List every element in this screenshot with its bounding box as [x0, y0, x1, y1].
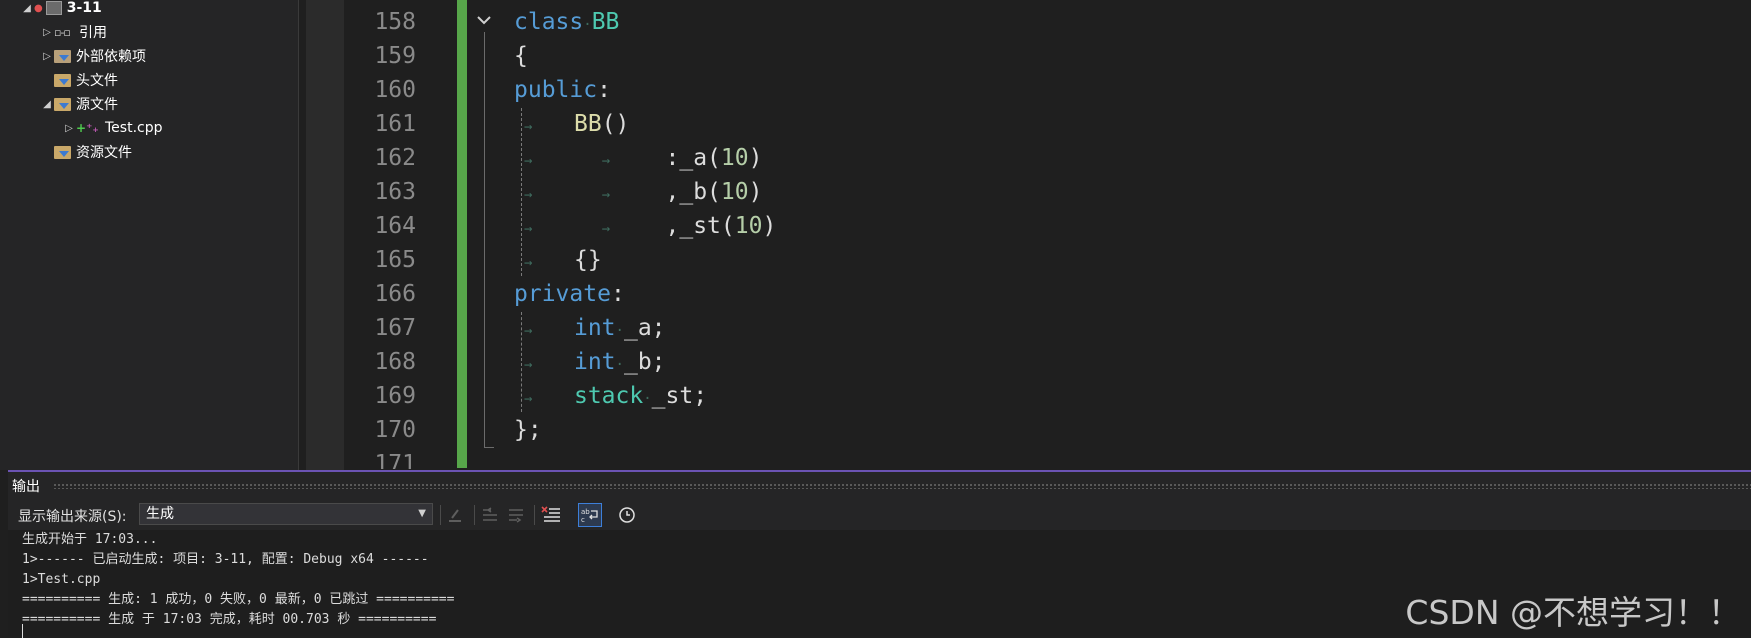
code-line-158: class·BB — [514, 9, 620, 35]
line-number: 161 — [374, 111, 416, 137]
line-number: 158 — [374, 9, 416, 35]
outline-fold-end — [484, 447, 494, 448]
chevron-down-icon: ▼ — [418, 508, 426, 519]
expand-arrow-icon[interactable]: ▷ — [62, 123, 76, 134]
show-timestamps-button[interactable] — [615, 503, 639, 527]
tree-item-header-files[interactable]: 头文件 — [54, 69, 118, 91]
line-number: 168 — [374, 349, 416, 375]
toggle-word-wrap-button[interactable]: ab c — [578, 503, 602, 527]
expand-arrow-icon[interactable]: ▷ — [40, 51, 54, 62]
line-number: 169 — [374, 383, 416, 409]
line-number: 163 — [374, 179, 416, 205]
folder-filter-icon — [54, 97, 71, 111]
line-number: 159 — [374, 43, 416, 69]
toolbar-separator — [474, 505, 475, 525]
line-number: 160 — [374, 77, 416, 103]
folder-filter-icon — [54, 145, 71, 159]
change-tracking-bar — [457, 0, 467, 468]
toolbar-separator — [534, 505, 535, 525]
toolbar-separator — [440, 505, 441, 525]
output-line: 1>Test.cpp — [22, 572, 101, 587]
output-line: ========== 生成 于 17:03 完成，耗时 00.703 秒 ===… — [22, 612, 437, 627]
code-line-163: → → ,_b(10) — [524, 179, 763, 205]
find-message-in-code-button[interactable] — [443, 503, 467, 527]
folder-filter-icon — [54, 73, 71, 87]
svg-text:c: c — [581, 516, 585, 524]
tree-item-external-dependencies[interactable]: ▷ 外部依赖项 — [40, 45, 146, 67]
tree-item-label: 3-11 — [66, 0, 102, 16]
line-number: 171 — [374, 451, 416, 469]
project-icon — [45, 1, 62, 15]
line-number: 170 — [374, 417, 416, 443]
clear-all-button[interactable] — [539, 503, 563, 527]
output-line: 生成开始于 17:03... — [22, 532, 158, 547]
tree-item-test-cpp[interactable]: ▷ +⁺₊ Test.cpp — [62, 117, 163, 139]
previous-message-button[interactable] — [478, 503, 502, 527]
line-numbers: 158 159 160 161 162 163 164 165 166 167 … — [344, 0, 416, 470]
code-line-160: public: — [514, 77, 611, 103]
code-line-165: → {} — [524, 247, 602, 273]
code-line-164: → → ,_st(10) — [524, 213, 777, 239]
tree-item-resource-files[interactable]: 资源文件 — [54, 141, 132, 163]
clear-all-icon — [541, 506, 560, 522]
output-source-value: 生成 — [146, 506, 174, 522]
collapse-arrow-icon[interactable]: ◢ — [40, 99, 54, 110]
previous-message-icon — [483, 507, 497, 521]
next-message-button[interactable] — [504, 503, 528, 527]
tree-project-3-11[interactable]: ◢ ● 3-11 — [20, 0, 102, 19]
solution-explorer: ◢ ● 3-11 ▷ ▫-▫ 引用 ▷ 外部依赖项 头文件 ◢ 源文件 ▷ +⁺… — [0, 0, 299, 470]
line-number: 165 — [374, 247, 416, 273]
collapse-arrow-icon[interactable]: ◢ — [20, 3, 34, 14]
word-wrap-icon: abc — [581, 508, 598, 524]
watermark: CSDN @不想学习！！ — [1405, 593, 1741, 632]
cpp-file-icon: +⁺₊ — [76, 121, 99, 135]
code-editor[interactable]: class·BB { public: → BB() → → :_a(10) → … — [514, 0, 776, 443]
code-line-167: → int·_a; — [524, 315, 666, 341]
tree-item-label: 资源文件 — [76, 145, 132, 161]
drag-grip[interactable] — [53, 483, 1751, 489]
line-number: 166 — [374, 281, 416, 307]
outline-fold-line — [484, 32, 485, 448]
output-toolbar: 显示输出来源(S): 生成 ▼ ab c — [8, 500, 1751, 530]
code-line-170: }; — [514, 417, 542, 443]
tree-item-source-files[interactable]: ◢ 源文件 — [40, 93, 118, 115]
find-in-code-icon — [449, 509, 461, 522]
code-line-166: private: — [514, 281, 625, 307]
clock-icon — [619, 507, 635, 523]
collapse-chevron-icon[interactable] — [474, 10, 494, 30]
expand-arrow-icon[interactable]: ▷ — [40, 27, 54, 38]
output-panel-header[interactable]: 输出 — [8, 472, 1751, 500]
output-source-dropdown[interactable]: 生成 ▼ — [139, 503, 433, 525]
tree-item-label: 源文件 — [76, 97, 118, 113]
line-number: 167 — [374, 315, 416, 341]
tree-item-references[interactable]: ▷ ▫-▫ 引用 — [40, 21, 107, 43]
code-line-159: { — [514, 43, 528, 69]
output-line: 1>------ 已启动生成: 项目: 3-11, 配置: Debug x64 … — [22, 552, 429, 567]
svg-text:ab: ab — [581, 508, 590, 516]
line-number: 162 — [374, 145, 416, 171]
line-number: 164 — [374, 213, 416, 239]
dependencies-icon — [54, 49, 71, 63]
output-source-label: 显示输出来源(S): — [18, 509, 127, 525]
reference-icon: ▫-▫ — [54, 25, 71, 39]
output-panel-title: 输出 — [12, 479, 40, 495]
output-line: ========== 生成: 1 成功，0 失败，0 最新，0 已跳过 ====… — [22, 592, 455, 607]
code-line-162: → → :_a(10) — [524, 145, 763, 171]
next-message-icon — [509, 509, 523, 523]
error-dot-icon: ● — [34, 2, 43, 14]
editor-margin — [306, 0, 344, 470]
tree-item-label: Test.cpp — [105, 120, 163, 136]
code-line-169: → stack·_st; — [524, 383, 708, 409]
tree-item-label: 头文件 — [76, 73, 118, 89]
tree-item-label: 引用 — [79, 25, 107, 41]
code-line-161: → BB() — [524, 111, 630, 137]
tree-item-label: 外部依赖项 — [76, 49, 146, 65]
code-line-168: → int·_b; — [524, 349, 666, 375]
